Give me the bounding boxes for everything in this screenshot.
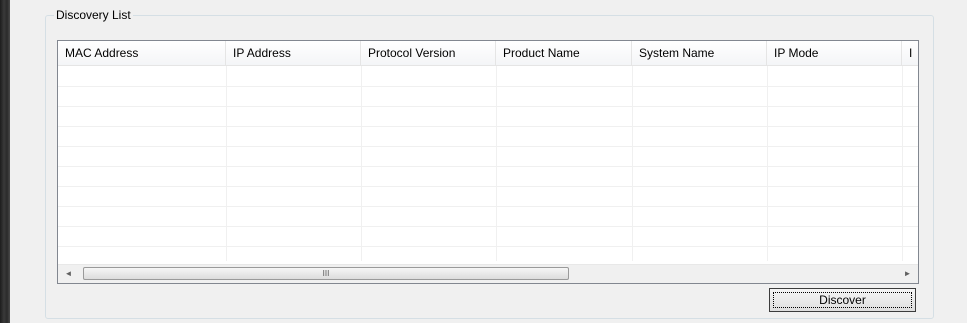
row-divider xyxy=(58,126,918,127)
row-divider xyxy=(58,86,918,87)
row-divider xyxy=(58,166,918,167)
column-divider xyxy=(902,66,903,261)
column-header-protocol-version[interactable]: Protocol Version xyxy=(361,41,496,65)
discover-button[interactable]: Discover xyxy=(769,288,916,312)
scroll-left-arrow-icon[interactable]: ◄ xyxy=(60,265,77,282)
scrollbar-thumb[interactable]: III xyxy=(83,267,569,280)
column-header-ip-mode[interactable]: IP Mode xyxy=(767,41,902,65)
row-divider xyxy=(58,106,918,107)
column-header-product-name[interactable]: Product Name xyxy=(496,41,632,65)
row-divider xyxy=(58,246,918,247)
list-body xyxy=(58,66,918,261)
group-title: Discovery List xyxy=(54,7,133,23)
row-divider xyxy=(58,146,918,147)
row-divider xyxy=(58,206,918,207)
window-edge xyxy=(0,0,10,323)
column-header-truncated[interactable]: I xyxy=(902,41,918,65)
column-divider xyxy=(496,66,497,261)
scrollbar-grip-icon: III xyxy=(322,269,330,278)
column-header-mac-address[interactable]: MAC Address xyxy=(58,41,226,65)
scroll-right-arrow-icon[interactable]: ► xyxy=(899,265,916,282)
horizontal-scrollbar[interactable]: ◄ III ► xyxy=(58,264,918,283)
list-header: MAC Address IP Address Protocol Version … xyxy=(58,41,918,66)
row-divider xyxy=(58,186,918,187)
row-divider xyxy=(58,226,918,227)
column-divider xyxy=(767,66,768,261)
discover-button-label: Discover xyxy=(773,292,912,308)
column-divider xyxy=(226,66,227,261)
column-header-ip-address[interactable]: IP Address xyxy=(226,41,361,65)
discovery-list-view[interactable]: MAC Address IP Address Protocol Version … xyxy=(57,40,919,284)
column-divider xyxy=(361,66,362,261)
column-header-system-name[interactable]: System Name xyxy=(632,41,767,65)
column-divider xyxy=(632,66,633,261)
